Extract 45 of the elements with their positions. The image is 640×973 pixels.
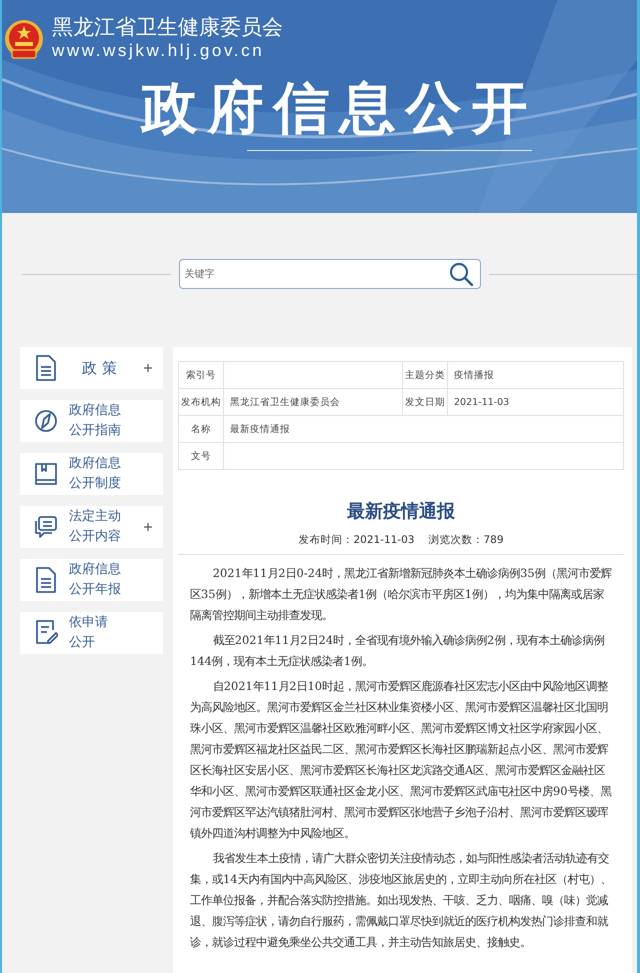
sidebar-label: 政 策 [82, 358, 118, 378]
table-cell: 文号 [179, 443, 224, 469]
sidebar-label: 政府信息 [69, 455, 122, 473]
table-cell: 索引号 [179, 362, 224, 388]
article-title: 最新疫情通报 [346, 500, 456, 524]
sidebar-item[interactable]: 法定主动 公开内容 [20, 506, 163, 548]
sidebar-item[interactable]: 政府信息 公开制度 [20, 453, 163, 495]
publish-time: 发布时间：2021-11-03 [298, 533, 414, 547]
sidebar-label: 公开指南 [69, 422, 122, 440]
document-icon [34, 566, 58, 594]
site-url: www.wsjkw.hlj.gov.cn [52, 40, 266, 62]
table-cell-text: 最新疫情通报 [229, 422, 291, 436]
table-cell-text: 2021-11-03 [453, 396, 510, 410]
article-paragraph: 2021年11月2日0-24时，黑龙江省新增新冠肺炎本土确诊病例35例（黑河市爱辉区35例），新增本土无症状感染者1例（哈尔滨市平房区1例），均为集中隔离或居家隔离管控期间主动排查发现。 [190, 565, 613, 624]
sidebar-label: 法定主动 [69, 508, 122, 526]
article-paragraph: 我省发生本土疫情，请广大群众密切关注疫情动态，如与阳性感染者活动轨迹有交集，或14天内有国内中高风险区、涉疫地区旅居史的，立即主动向所在社区（村屯）、工作单位报备，并配合落实防控措施。如出现发热、干咳、乏力、咽痛、嗅（味）觉减退、腹泻等症状，请勿自行服药，需佩戴口罩尽快到就近的医疗机构发热门诊排查和就诊，就诊过程中避免乘坐公共交通工具，并主动告知旅居史、接触史。 [190, 850, 612, 951]
sidebar-item[interactable]: 政府信息 公开年报 [20, 559, 163, 601]
sidebar-label: 公开内容 [69, 528, 122, 546]
view-count: 浏览次数：789 [428, 533, 504, 547]
table-cell: 主题分类 [403, 362, 448, 388]
chat-icon [34, 513, 58, 541]
article-paragraph: 自2021年11月2日10时起，黑河市爱辉区鹿源春社区宏志小区由中风险地区调整为高风险地区。黑河市爱辉区金兰社区林业集资楼小区、黑河市爱辉区温馨社区北国明珠小区、黑河市爱辉区温馨社区欧雅河畔小区、黑河市爱辉区博文社区学府家园小区、黑河市爱辉区福龙社区益民二区、黑河市爱辉区长海社区鹏瑞新起点小区、黑河市爱辉区长海社区安居小区、黑河市爱辉区长海社区龙滨路交通A区、黑河市爱辉区金融社区华和小区、黑河市爱辉区联通社区金龙小区、黑河市爱辉区武庙屯社区中房90号楼、黑河市爱辉区罕达汽镇猪肚河村、黑河市爱辉区张地营子乡泡子沿村、黑河市爱辉区瑷珲镇外四道沟村调整为中风险地区。 [190, 678, 612, 842]
table-cell: 发布机构 [179, 389, 224, 415]
sidebar-label: 公开制度 [69, 475, 122, 493]
sidebar-label: 公开年报 [69, 581, 122, 599]
table-cell-text: 疫情播报 [453, 368, 495, 382]
table-cell: 发文日期 [403, 389, 448, 415]
sidebar-label: 政府信息 [69, 402, 122, 420]
search-field[interactable]: 关键字 [178, 259, 480, 289]
banner-title: 政府信息公开 [142, 76, 538, 142]
sidebar-label: 公开 [69, 634, 96, 652]
sidebar-item[interactable]: 依申请 公开 [20, 612, 163, 654]
book-icon [34, 460, 58, 488]
table-cell: 黑龙江省卫生健康委员会 [224, 389, 403, 415]
sidebar-label: 依申请 [69, 614, 109, 632]
sidebar-item[interactable]: 政 策 [20, 347, 163, 389]
site-name: 黑龙江省卫生健康委员会 [52, 14, 283, 40]
article-paragraph: 截至2021年11月2日24时，全省现有境外输入确诊病例2例，现有本土确诊病例144例，现有本土无症状感染者1例。 [190, 632, 606, 670]
document-icon [34, 354, 58, 382]
sidebar-item[interactable]: 政府信息 公开指南 [20, 400, 163, 442]
sidebar-label: 政府信息 [69, 561, 122, 579]
pencil-document-icon [34, 619, 58, 647]
search-icon[interactable] [448, 262, 472, 286]
compass-icon [34, 407, 58, 435]
table-cell: 名称 [179, 416, 224, 442]
